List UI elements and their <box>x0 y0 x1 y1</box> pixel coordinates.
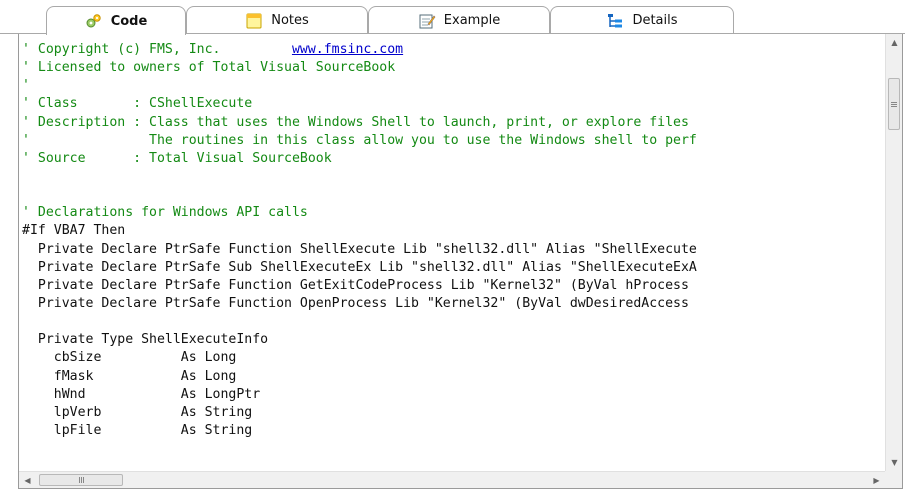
comment-line: ' Class : CShellExecute <box>22 95 884 113</box>
line-text: cbSize As Long <box>22 350 237 366</box>
tab-strip: Code Notes Example Details <box>0 0 905 35</box>
line-text: ' Licensed to owners of Total Visual Sou… <box>22 60 396 76</box>
horizontal-scrollbar[interactable]: ◀ ▶ <box>19 471 885 488</box>
code-line: Private Type ShellExecuteInfo <box>22 331 884 349</box>
comment-line: ' <box>22 77 884 95</box>
line-text: Private Type ShellExecuteInfo <box>22 332 269 348</box>
tab-example[interactable]: Example <box>368 6 550 34</box>
line-text: lpFile As String <box>22 422 253 438</box>
code-line: hWnd As LongPtr <box>22 386 884 404</box>
line-text: ' <box>22 78 30 94</box>
left-margin <box>0 34 18 499</box>
website-link[interactable]: www.fmsinc.com <box>292 42 403 57</box>
tab-code[interactable]: Code <box>46 6 186 35</box>
scroll-left-icon[interactable]: ◀ <box>19 472 36 488</box>
line-text: Private Declare PtrSafe Function OpenPro… <box>22 295 689 311</box>
tab-notes-label: Notes <box>271 13 309 28</box>
code-line: Private Declare PtrSafe Function GetExit… <box>22 277 884 295</box>
details-icon <box>606 12 624 30</box>
comment-line: ' Description : Class that uses the Wind… <box>22 114 884 132</box>
grip-icon <box>891 103 897 105</box>
line-text: Private Declare PtrSafe Function GetExit… <box>22 277 689 293</box>
tab-details-label: Details <box>632 13 678 28</box>
code-view[interactable]: ' Copyright (c) FMS, Inc. www.fmsinc.com… <box>22 41 884 471</box>
tab-example-label: Example <box>443 13 501 28</box>
comment-line: ' Source : Total Visual SourceBook <box>22 150 884 168</box>
code-pane: ' Copyright (c) FMS, Inc. www.fmsinc.com… <box>18 34 905 499</box>
line-text: ' Description : Class that uses the Wind… <box>22 114 689 130</box>
line-text: lpVerb As String <box>22 404 253 420</box>
line-text: ' Class : CShellExecute <box>22 96 253 112</box>
line-text: hWnd As LongPtr <box>22 386 261 402</box>
comment-line: ' The routines in this class allow you t… <box>22 132 884 150</box>
vertical-scrollbar[interactable]: ▲ ▼ <box>885 34 902 471</box>
tab-details[interactable]: Details <box>550 6 734 34</box>
comment-line: ' Licensed to owners of Total Visual Sou… <box>22 59 884 77</box>
scroll-right-icon[interactable]: ▶ <box>868 472 885 488</box>
line-text: ' Declarations for Windows API calls <box>22 205 308 221</box>
code-icon <box>85 12 103 30</box>
horizontal-scroll-thumb[interactable] <box>39 474 123 486</box>
line-text: Private Declare PtrSafe Function ShellEx… <box>22 241 697 257</box>
example-icon <box>418 12 436 30</box>
line-text: #If VBA7 Then <box>22 223 126 239</box>
tab-code-label: Code <box>110 13 148 29</box>
scroll-up-icon[interactable]: ▲ <box>886 34 902 51</box>
line-text: ' The routines in this class allow you t… <box>22 132 697 148</box>
code-line: Private Declare PtrSafe Function OpenPro… <box>22 295 884 313</box>
code-line: #If VBA7 Then <box>22 222 884 240</box>
code-line: lpFile As String <box>22 422 884 440</box>
line-text: Private Declare PtrSafe Sub ShellExecute… <box>22 259 697 275</box>
vertical-scroll-thumb[interactable] <box>888 78 900 130</box>
code-line: lpVerb As String <box>22 404 884 422</box>
code-line: Private Declare PtrSafe Sub ShellExecute… <box>22 259 884 277</box>
line-text: fMask As Long <box>22 368 237 384</box>
code-frame: ' Copyright (c) FMS, Inc. www.fmsinc.com… <box>18 34 903 489</box>
grip-icon <box>80 477 82 483</box>
line-text: ' Copyright (c) FMS, Inc. <box>22 42 292 57</box>
comment-line: ' Copyright (c) FMS, Inc. www.fmsinc.com <box>22 41 884 59</box>
tab-notes[interactable]: Notes <box>186 6 368 34</box>
code-line: Private Declare PtrSafe Function ShellEx… <box>22 241 884 259</box>
scroll-down-icon[interactable]: ▼ <box>886 454 902 471</box>
line-text: ' Source : Total Visual SourceBook <box>22 150 332 166</box>
code-line: cbSize As Long <box>22 349 884 367</box>
code-line: fMask As Long <box>22 368 884 386</box>
notes-icon <box>245 12 263 30</box>
comment-line: ' Declarations for Windows API calls <box>22 204 884 222</box>
scrollbar-corner <box>885 471 902 488</box>
